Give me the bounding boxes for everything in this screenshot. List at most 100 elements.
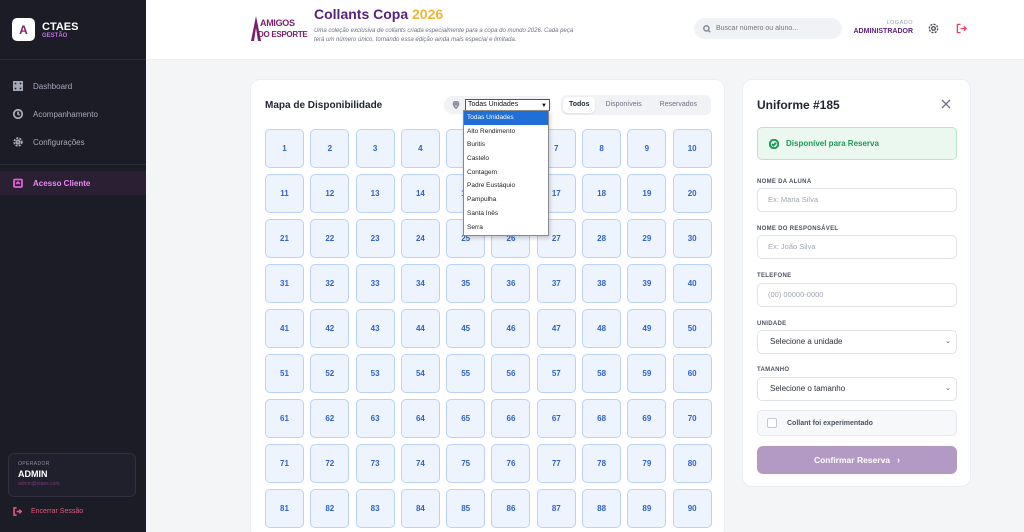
number-cell[interactable]: 38	[582, 264, 622, 303]
number-cell[interactable]: 78	[582, 444, 622, 483]
number-cell[interactable]: 60	[672, 354, 712, 393]
number-cell[interactable]: 63	[355, 399, 395, 438]
number-cell[interactable]: 2	[310, 129, 350, 168]
dropdown-option[interactable]: Todas Unidades	[464, 111, 548, 125]
number-cell[interactable]: 35	[446, 264, 486, 303]
number-cell[interactable]: 33	[355, 264, 395, 303]
tab-disponiveis[interactable]: Disponíveis	[599, 97, 647, 113]
number-cell[interactable]: 80	[672, 444, 712, 483]
number-cell[interactable]: 58	[582, 354, 622, 393]
number-cell[interactable]: 77	[536, 444, 576, 483]
number-cell[interactable]: 65	[446, 399, 486, 438]
number-cell[interactable]: 67	[536, 399, 576, 438]
number-cell[interactable]: 41	[265, 309, 304, 348]
close-icon[interactable]	[941, 99, 951, 109]
phone-field[interactable]: (00) 00000-0000	[757, 283, 957, 307]
number-cell[interactable]: 12	[310, 174, 350, 213]
number-cell[interactable]: 23	[355, 219, 395, 258]
tab-todos[interactable]: Todos	[563, 97, 596, 113]
number-cell[interactable]: 45	[446, 309, 486, 348]
number-cell[interactable]: 4	[400, 129, 440, 168]
sidebar-item-acompanhamento[interactable]: Acompanhamento	[0, 100, 146, 128]
number-cell[interactable]: 66	[491, 399, 531, 438]
number-cell[interactable]: 31	[265, 264, 304, 303]
dropdown-option[interactable]: Serra	[464, 221, 548, 235]
number-cell[interactable]: 75	[446, 444, 486, 483]
number-cell[interactable]: 18	[582, 174, 622, 213]
number-cell[interactable]: 32	[310, 264, 350, 303]
number-cell[interactable]: 30	[672, 219, 712, 258]
number-cell[interactable]: 59	[627, 354, 667, 393]
student-name-field[interactable]: Ex: Maria Silva	[757, 188, 957, 212]
number-cell[interactable]: 24	[400, 219, 440, 258]
confirm-reservation-button[interactable]: Confirmar Reserva ›	[757, 446, 957, 474]
number-cell[interactable]: 86	[491, 489, 531, 528]
number-cell[interactable]: 71	[265, 444, 304, 483]
tried-on-checkbox-row[interactable]: Collant foi experimentado	[757, 410, 957, 436]
number-cell[interactable]: 55	[446, 354, 486, 393]
number-cell[interactable]: 81	[265, 489, 304, 528]
brand[interactable]: A CTAES GESTÃO	[0, 0, 146, 60]
sidebar-item-dashboard[interactable]: Dashboard	[0, 72, 146, 100]
number-cell[interactable]: 8	[582, 129, 622, 168]
number-cell[interactable]: 49	[627, 309, 667, 348]
number-cell[interactable]: 21	[265, 219, 304, 258]
number-cell[interactable]: 44	[400, 309, 440, 348]
dropdown-option[interactable]: Pampulha	[464, 193, 548, 207]
number-cell[interactable]: 89	[627, 489, 667, 528]
number-cell[interactable]: 51	[265, 354, 304, 393]
number-cell[interactable]: 19	[627, 174, 667, 213]
number-cell[interactable]: 29	[627, 219, 667, 258]
number-cell[interactable]: 90	[672, 489, 712, 528]
number-cell[interactable]: 10	[672, 129, 712, 168]
number-cell[interactable]: 84	[400, 489, 440, 528]
number-cell[interactable]: 64	[400, 399, 440, 438]
number-cell[interactable]: 79	[627, 444, 667, 483]
number-cell[interactable]: 20	[672, 174, 712, 213]
sidebar-item-acesso-cliente[interactable]: Acesso Cliente	[0, 171, 146, 195]
number-cell[interactable]: 34	[400, 264, 440, 303]
tried-on-checkbox[interactable]	[767, 418, 777, 428]
number-cell[interactable]: 14	[400, 174, 440, 213]
number-cell[interactable]: 82	[310, 489, 350, 528]
number-cell[interactable]: 68	[582, 399, 622, 438]
number-cell[interactable]: 48	[582, 309, 622, 348]
number-cell[interactable]: 9	[627, 129, 667, 168]
number-cell[interactable]: 3	[355, 129, 395, 168]
tab-reservados[interactable]: Reservados	[654, 97, 703, 113]
number-cell[interactable]: 39	[627, 264, 667, 303]
dropdown-option[interactable]: Padre Eustáquio	[464, 179, 548, 193]
unit-select-field[interactable]: Selecione a unidade ⌄	[757, 330, 957, 354]
logout-icon[interactable]	[956, 23, 967, 34]
dropdown-option[interactable]: Buritis	[464, 138, 548, 152]
number-cell[interactable]: 83	[355, 489, 395, 528]
guardian-name-field[interactable]: Ex: João Silva	[757, 235, 957, 259]
size-select-field[interactable]: Selecione o tamanho ⌄	[757, 377, 957, 401]
number-cell[interactable]: 87	[536, 489, 576, 528]
number-cell[interactable]: 11	[265, 174, 304, 213]
gear-icon[interactable]	[928, 23, 939, 34]
sidebar-item-configuracoes[interactable]: Configurações	[0, 128, 146, 156]
number-cell[interactable]: 57	[536, 354, 576, 393]
search-input[interactable]	[716, 25, 836, 32]
number-cell[interactable]: 37	[536, 264, 576, 303]
number-cell[interactable]: 70	[672, 399, 712, 438]
number-cell[interactable]: 28	[582, 219, 622, 258]
number-cell[interactable]: 36	[491, 264, 531, 303]
number-cell[interactable]: 43	[355, 309, 395, 348]
number-cell[interactable]: 61	[265, 399, 304, 438]
dropdown-option[interactable]: Castelo	[464, 152, 548, 166]
number-cell[interactable]: 54	[400, 354, 440, 393]
number-cell[interactable]: 74	[400, 444, 440, 483]
number-cell[interactable]: 62	[310, 399, 350, 438]
number-cell[interactable]: 53	[355, 354, 395, 393]
number-cell[interactable]: 40	[672, 264, 712, 303]
dropdown-option[interactable]: Santa Inês	[464, 207, 548, 221]
number-cell[interactable]: 46	[491, 309, 531, 348]
dropdown-option[interactable]: Alto Rendimento	[464, 125, 548, 139]
number-cell[interactable]: 47	[536, 309, 576, 348]
number-cell[interactable]: 50	[672, 309, 712, 348]
number-cell[interactable]: 76	[491, 444, 531, 483]
search-bar[interactable]	[694, 18, 842, 39]
logout-button[interactable]: Encerrar Sessão	[13, 507, 83, 516]
